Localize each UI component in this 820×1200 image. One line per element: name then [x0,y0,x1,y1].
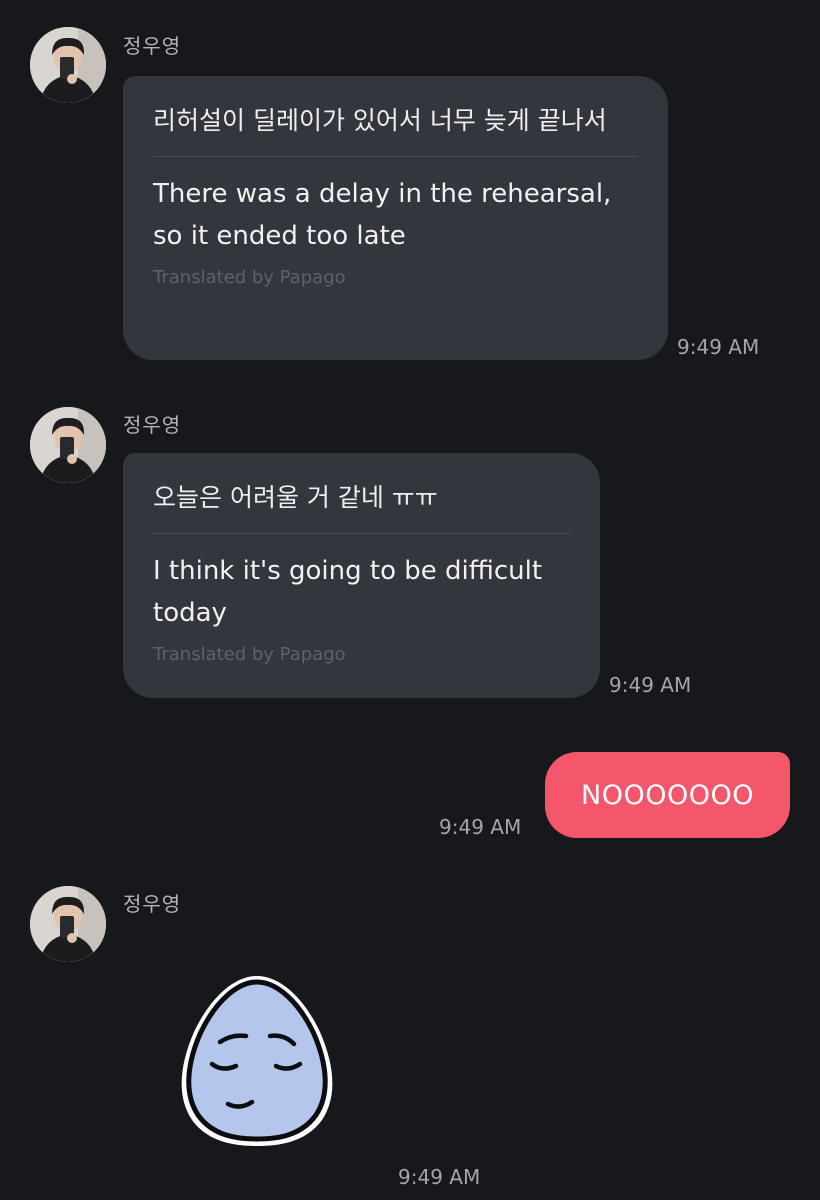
avatar[interactable] [30,407,106,483]
sender-name: 정우영 [123,892,182,916]
outgoing-message-text: NOOOOOOO [581,779,754,811]
translated-text: There was a delay in the rehearsal, so i… [153,179,612,251]
translation-credit: Translated by Papago [153,644,346,665]
avatar[interactable] [30,27,106,103]
translation-credit: Translated by Papago [153,267,346,288]
original-text: 리허설이 딜레이가 있어서 너무 늦게 끝나서 [153,106,607,135]
avatar[interactable] [30,886,106,962]
translation-divider [153,156,638,157]
message-timestamp: 9:49 AM [609,673,692,697]
original-text: 오늘은 어려울 거 같네 ㅠㅠ [153,483,438,512]
incoming-message-bubble[interactable]: 오늘은 어려울 거 같네 ㅠㅠ I think it's going to be… [123,453,600,698]
translation-divider [153,533,570,534]
incoming-message-bubble[interactable]: 리허설이 딜레이가 있어서 너무 늦게 끝나서 There was a dela… [123,76,668,360]
message-timestamp: 9:49 AM [398,1165,481,1189]
message-timestamp: 9:49 AM [677,335,760,359]
avatar-photo [30,27,106,103]
translated-text: I think it's going to be difficult today [153,556,543,628]
sad-face-sticker-icon[interactable] [176,972,338,1148]
avatar-photo [30,407,106,483]
sender-name: 정우영 [123,413,182,437]
sender-name: 정우영 [123,34,182,58]
message-timestamp: 9:49 AM [439,815,522,839]
outgoing-message-bubble[interactable]: NOOOOOOO [545,752,790,838]
avatar-photo [30,886,106,962]
